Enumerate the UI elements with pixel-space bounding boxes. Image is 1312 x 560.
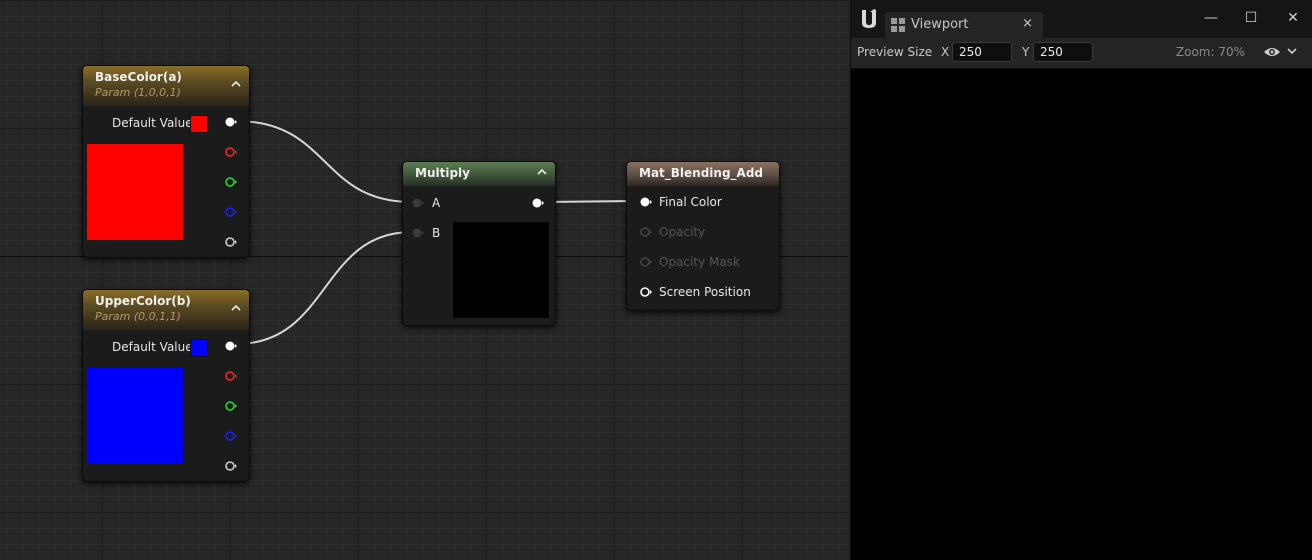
viewport-titlebar[interactable]: Viewport × — ☐ ✕ [851,0,1312,38]
default-value-label: Default Value [112,340,193,354]
uppercolor-node-header[interactable]: UpperColor(b) Param (0,0,1,1) [83,290,249,330]
b-output-pin[interactable] [225,207,237,217]
default-value-label: Default Value [112,116,193,130]
material-node-header[interactable]: Mat_Blending_Add [627,162,779,186]
tab-viewport-label: Viewport [911,17,969,32]
final-color-pin[interactable] [640,197,652,207]
input-b-label: B [432,226,441,240]
uppercolor-node[interactable]: UpperColor(b) Param (0,0,1,1) Default Va… [82,289,250,482]
multiply-node-title: Multiply [415,166,470,180]
input-a-pin[interactable] [412,198,424,208]
preview-y-input[interactable] [1033,42,1093,62]
opacity-pin[interactable] [640,227,652,237]
viewport-toolbar: Preview Size X Y Zoom: 70% [851,38,1312,69]
collapse-chevron-icon[interactable] [229,79,243,93]
uppercolor-node-title: UpperColor(b) [95,294,191,308]
tab-close-icon[interactable]: × [1022,16,1033,31]
r-output-pin[interactable] [225,147,237,157]
b-output-pin[interactable] [225,431,237,441]
uppercolor-node-subtitle: Param (0,0,1,1) [95,310,181,323]
collapse-chevron-icon[interactable] [229,303,243,317]
rgba-output-pin[interactable] [225,117,237,127]
a-output-pin[interactable] [225,237,237,247]
r-output-pin[interactable] [225,371,237,381]
input-b-pin[interactable] [412,228,424,238]
default-value-color-swatch[interactable] [190,339,208,357]
material-result-node[interactable]: Mat_Blending_Add Final Color Opacity Opa… [626,161,780,311]
result-output-pin[interactable] [532,198,544,208]
maximize-button[interactable]: ☐ [1239,8,1263,28]
viewport-window: Viewport × — ☐ ✕ Preview Size X Y Zoom: … [850,0,1312,560]
a-output-pin[interactable] [225,461,237,471]
eye-icon[interactable] [1263,46,1281,61]
view-options-dropdown-icon[interactable] [1287,46,1297,59]
basecolor-node-title: BaseColor(a) [95,70,182,84]
opacity-mask-pin[interactable] [640,257,652,267]
basecolor-node-header[interactable]: BaseColor(a) Param (1,0,0,1) [83,66,249,106]
zoom-level: Zoom: 70% [1175,45,1245,59]
wire-uppercolor-to-multiply-b [235,231,413,345]
tab-viewport[interactable]: Viewport × [885,12,1043,38]
material-node-title: Mat_Blending_Add [639,166,764,180]
collapse-chevron-icon[interactable] [535,167,549,181]
preview-y-label: Y [1022,45,1030,59]
multiply-node-header[interactable]: Multiply [403,162,555,186]
color-preview-swatch [87,368,183,464]
wire-basecolor-to-multiply-a [235,120,413,203]
final-color-label: Final Color [659,195,722,209]
opacity-label: Opacity [659,225,706,239]
preview-x-label: X [941,45,950,59]
unreal-logo-icon [857,6,881,30]
basecolor-node-subtitle: Param (1,0,0,1) [95,86,181,99]
default-value-color-swatch[interactable] [190,115,208,133]
multiply-node[interactable]: Multiply A B [402,161,556,326]
viewport-grid-icon [891,18,905,35]
color-preview-swatch [87,144,183,240]
material-graph-canvas[interactable]: BaseColor(a) Param (1,0,0,1) Default Val… [0,0,848,560]
opacity-mask-label: Opacity Mask [659,255,740,269]
input-a-label: A [432,196,441,210]
rgba-output-pin[interactable] [225,341,237,351]
g-output-pin[interactable] [225,401,237,411]
viewport-preview-canvas[interactable] [851,69,1312,560]
minimize-button[interactable]: — [1199,8,1223,28]
preview-x-input[interactable] [952,42,1012,62]
g-output-pin[interactable] [225,177,237,187]
basecolor-node[interactable]: BaseColor(a) Param (1,0,0,1) Default Val… [82,65,250,258]
screen-position-label: Screen Position [659,285,751,299]
preview-size-label: Preview Size [857,45,933,59]
multiply-preview [453,222,549,318]
close-window-button[interactable]: ✕ [1281,8,1305,28]
screen-position-pin[interactable] [640,287,652,297]
